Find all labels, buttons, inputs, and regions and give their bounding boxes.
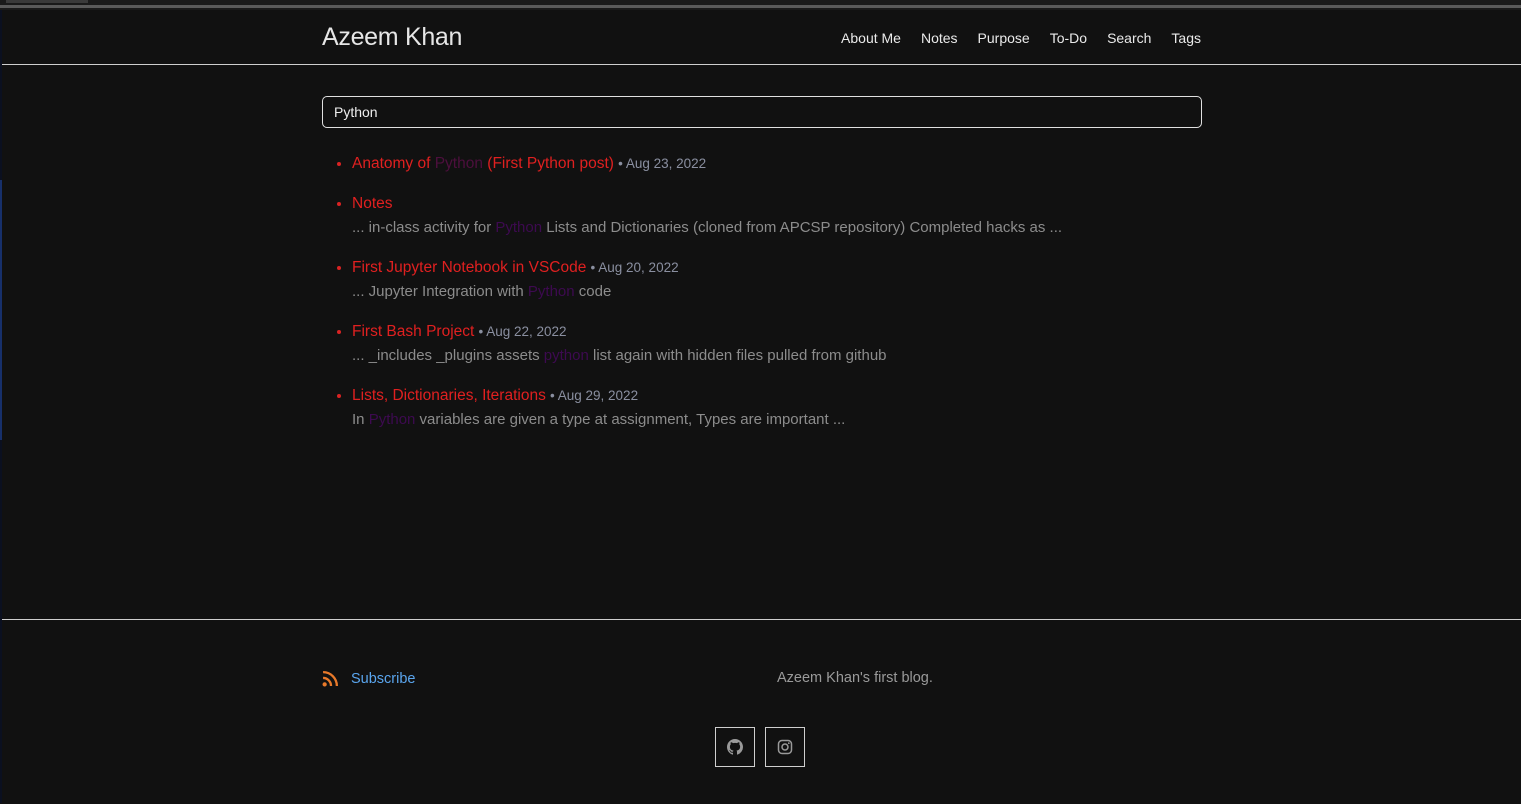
site-header: Azeem Khan About Me Notes Purpose To-Do … [2, 10, 1521, 65]
result-date-value: Aug 20, 2022 [598, 260, 679, 275]
excerpt-text: In [352, 411, 369, 428]
nav-tags[interactable]: Tags [1171, 30, 1201, 46]
date-separator: • [590, 260, 596, 275]
instagram-button[interactable] [765, 727, 805, 767]
result-title-highlight: Python [434, 155, 483, 172]
left-edge-accent [0, 180, 2, 440]
result-title-text: Lists, Dictionaries, Iterations [352, 387, 546, 404]
excerpt-highlight: Python [368, 411, 416, 428]
result-excerpt: ... in-class activity for Python Lists a… [352, 216, 1232, 240]
nav-about-me[interactable]: About Me [841, 30, 901, 46]
result-title-text: Notes [352, 195, 393, 212]
excerpt-text: ... _includes _plugins assets [352, 347, 544, 364]
excerpt-highlight: python [543, 347, 589, 364]
rss-icon[interactable] [322, 670, 339, 687]
instagram-icon [777, 739, 793, 755]
result-title-text-after: (First Python post) [482, 155, 614, 172]
nav-to-do[interactable]: To-Do [1050, 30, 1087, 46]
browser-tab-indicator [6, 0, 88, 3]
excerpt-text: ... in-class activity for [352, 219, 496, 236]
result-title-text: First Jupyter Notebook in VSCode [352, 259, 587, 276]
result-title-text: First Bash Project [352, 323, 475, 340]
result-title-text: Anatomy of [352, 155, 435, 172]
result-date: • Aug 20, 2022 [591, 260, 679, 275]
search-results: Anatomy of Python (First Python post) • … [322, 152, 1232, 448]
excerpt-text: ... Jupyter Integration with [352, 283, 528, 300]
excerpt-text-after: list again with hidden files pulled from… [588, 347, 887, 364]
result-title-link[interactable]: First Bash Project [352, 323, 474, 340]
excerpt-text-after: Lists and Dictionaries (cloned from APCS… [542, 219, 1063, 236]
subscribe-link[interactable]: Subscribe [351, 671, 415, 687]
date-separator: • [550, 388, 555, 403]
browser-divider [0, 5, 1521, 8]
search-input[interactable] [322, 96, 1202, 128]
excerpt-text-after: variables are given a type at assignment… [415, 411, 846, 428]
result-item: First Jupyter Notebook in VSCode • Aug 2… [352, 256, 1232, 304]
result-excerpt: In Python variables are given a type at … [352, 408, 1232, 432]
result-title-link[interactable]: Anatomy of Python (First Python post) [352, 155, 614, 172]
result-excerpt: ... _includes _plugins assets python lis… [352, 344, 1232, 368]
result-title-link[interactable]: Notes [352, 195, 393, 212]
date-separator: • [618, 156, 623, 171]
result-date-value: Aug 23, 2022 [625, 156, 707, 171]
excerpt-highlight: Python [495, 219, 543, 236]
result-date: • Aug 29, 2022 [550, 388, 638, 403]
result-date: • Aug 23, 2022 [618, 156, 706, 171]
browser-top-strip [0, 0, 1521, 10]
github-icon [727, 739, 743, 755]
result-title-link[interactable]: Lists, Dictionaries, Iterations [352, 387, 546, 404]
github-button[interactable] [715, 727, 755, 767]
nav-purpose[interactable]: Purpose [978, 30, 1030, 46]
social-links [715, 727, 805, 767]
result-item: Notes ... in-class activity for Python L… [352, 192, 1232, 240]
nav-notes[interactable]: Notes [921, 30, 958, 46]
result-date-value: Aug 29, 2022 [557, 388, 639, 403]
nav-search[interactable]: Search [1107, 30, 1151, 46]
site-nav: About Me Notes Purpose To-Do Search Tags [841, 30, 1201, 46]
site-footer: Subscribe Azeem Khan's first blog. [2, 619, 1521, 804]
subscribe-block: Subscribe [322, 670, 415, 687]
site-title[interactable]: Azeem Khan [322, 23, 462, 52]
result-title-link[interactable]: First Jupyter Notebook in VSCode [352, 259, 586, 276]
excerpt-text-after: code [574, 283, 612, 300]
result-date: • Aug 22, 2022 [478, 324, 566, 339]
result-date-value: Aug 22, 2022 [486, 324, 567, 339]
result-item: Anatomy of Python (First Python post) • … [352, 152, 1232, 176]
result-item: Lists, Dictionaries, Iterations • Aug 29… [352, 384, 1232, 432]
result-item: First Bash Project • Aug 22, 2022 ... _i… [352, 320, 1232, 368]
footer-description: Azeem Khan's first blog. [777, 670, 933, 686]
result-excerpt: ... Jupyter Integration with Python code [352, 280, 1232, 304]
date-separator: • [478, 324, 484, 339]
excerpt-highlight: Python [527, 283, 575, 300]
